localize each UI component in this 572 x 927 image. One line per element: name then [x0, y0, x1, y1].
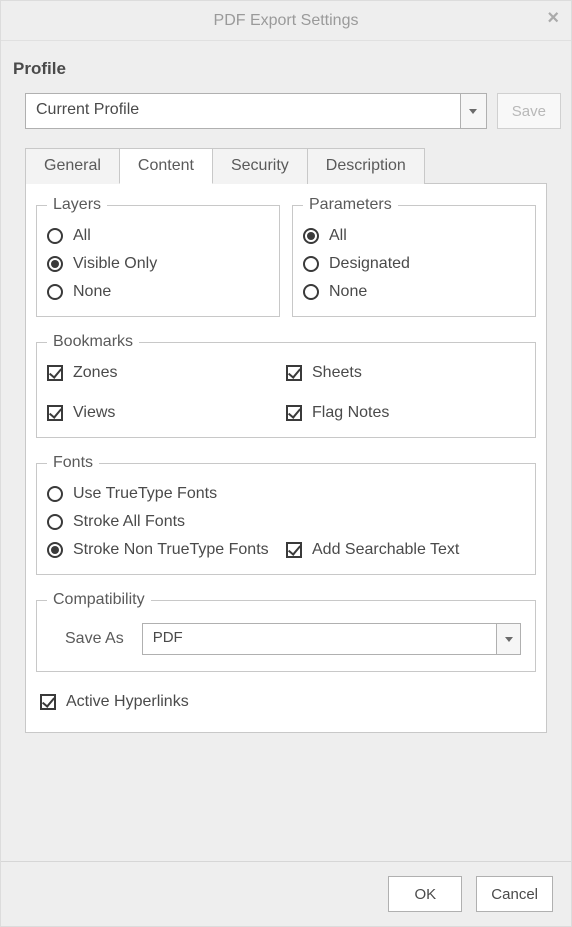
dialog-body: Profile Current Profile Save General Con…: [1, 41, 571, 861]
radio-params-designated[interactable]: [303, 256, 319, 272]
cb-views-row[interactable]: Views: [47, 399, 286, 427]
tab-panel-content: Layers All Visible Only None P: [25, 183, 547, 733]
chevron-down-icon: [505, 637, 513, 642]
profile-label: Profile: [13, 59, 561, 79]
cb-views-label: Views: [73, 404, 115, 422]
radio-params-none[interactable]: [303, 284, 319, 300]
radio-fonts-truetype-row[interactable]: Use TrueType Fonts: [47, 480, 525, 508]
saveas combo-dropdown-button[interactable]: [496, 624, 520, 654]
legend-bookmarks: Bookmarks: [47, 333, 139, 351]
titlebar: PDF Export Settings ×: [1, 1, 571, 41]
group-bookmarks: Bookmarks Zones Sheets Views: [36, 333, 536, 438]
radio-layers-all[interactable]: [47, 228, 63, 244]
legend-layers: Layers: [47, 196, 107, 214]
cb-zones-row[interactable]: Zones: [47, 359, 286, 387]
legend-compatibility: Compatibility: [47, 591, 151, 609]
cb-flagnotes-label: Flag Notes: [312, 404, 389, 422]
cb-flagnotes[interactable]: [286, 405, 302, 421]
cb-sheets-row[interactable]: Sheets: [286, 359, 525, 387]
tab-general[interactable]: General: [25, 148, 120, 184]
saveas-label: Save As: [65, 630, 124, 648]
saveas-combo[interactable]: PDF: [142, 623, 521, 655]
group-layers: Layers All Visible Only None: [36, 196, 280, 317]
profile-row: Current Profile Save: [25, 93, 561, 129]
radio-fonts-strokeall[interactable]: [47, 514, 63, 530]
profile-combo-dropdown-button[interactable]: [460, 94, 486, 128]
radio-params-designated-label: Designated: [329, 255, 410, 273]
group-fonts: Fonts Use TrueType Fonts Stroke All Font…: [36, 454, 536, 575]
radio-layers-visible-row[interactable]: Visible Only: [47, 250, 269, 278]
tabs: General Content Security Description: [25, 147, 561, 183]
cancel-button[interactable]: Cancel: [476, 876, 553, 912]
window-title: PDF Export Settings: [214, 12, 359, 30]
cb-zones-label: Zones: [73, 364, 117, 382]
radio-params-all-row[interactable]: All: [303, 222, 525, 250]
cb-activehyperlinks[interactable]: [40, 694, 56, 710]
radio-fonts-strokenontt-label: Stroke Non TrueType Fonts: [73, 541, 269, 559]
radio-layers-visible[interactable]: [47, 256, 63, 272]
cb-zones[interactable]: [47, 365, 63, 381]
cb-sheets[interactable]: [286, 365, 302, 381]
cb-flagnotes-row[interactable]: Flag Notes: [286, 399, 525, 427]
pdf-export-settings-dialog: PDF Export Settings × Profile Current Pr…: [0, 0, 572, 927]
radio-fonts-strokenontt[interactable]: [47, 542, 63, 558]
radio-layers-all-row[interactable]: All: [47, 222, 269, 250]
radio-fonts-truetype-label: Use TrueType Fonts: [73, 485, 217, 503]
radio-params-designated-row[interactable]: Designated: [303, 250, 525, 278]
group-parameters: Parameters All Designated None: [292, 196, 536, 317]
cb-addsearchable[interactable]: [286, 542, 302, 558]
cb-addsearchable-label: Add Searchable Text: [312, 541, 459, 559]
close-icon[interactable]: ×: [547, 7, 559, 30]
radio-fonts-strokenontt-row[interactable]: Stroke Non TrueType Fonts: [47, 536, 286, 564]
tab-description[interactable]: Description: [307, 148, 425, 184]
chevron-down-icon: [469, 109, 477, 114]
cb-addsearchable-row[interactable]: Add Searchable Text: [286, 536, 525, 564]
legend-fonts: Fonts: [47, 454, 99, 472]
saveas-row: Save As PDF: [47, 617, 525, 661]
saveas-combo-value: PDF: [143, 624, 496, 654]
save-profile-button[interactable]: Save: [497, 93, 561, 129]
cb-activehyperlinks-row[interactable]: Active Hyperlinks: [40, 688, 536, 716]
tab-security[interactable]: Security: [212, 148, 308, 184]
radio-fonts-truetype[interactable]: [47, 486, 63, 502]
radio-layers-none[interactable]: [47, 284, 63, 300]
radio-params-none-row[interactable]: None: [303, 278, 525, 306]
radio-params-all[interactable]: [303, 228, 319, 244]
radio-layers-none-label: None: [73, 283, 111, 301]
profile-combo-value: Current Profile: [26, 94, 460, 128]
radio-fonts-strokeall-row[interactable]: Stroke All Fonts: [47, 508, 525, 536]
ok-button[interactable]: OK: [388, 876, 462, 912]
cb-sheets-label: Sheets: [312, 364, 362, 382]
radio-params-none-label: None: [329, 283, 367, 301]
radio-params-all-label: All: [329, 227, 347, 245]
radio-layers-visible-label: Visible Only: [73, 255, 157, 273]
cb-views[interactable]: [47, 405, 63, 421]
profile-combo[interactable]: Current Profile: [25, 93, 487, 129]
radio-layers-none-row[interactable]: None: [47, 278, 269, 306]
cb-activehyperlinks-label: Active Hyperlinks: [66, 693, 189, 711]
dialog-footer: OK Cancel: [1, 861, 571, 926]
radio-fonts-strokeall-label: Stroke All Fonts: [73, 513, 185, 531]
group-compatibility: Compatibility Save As PDF: [36, 591, 536, 672]
radio-layers-all-label: All: [73, 227, 91, 245]
tab-content[interactable]: Content: [119, 148, 213, 184]
legend-parameters: Parameters: [303, 196, 398, 214]
